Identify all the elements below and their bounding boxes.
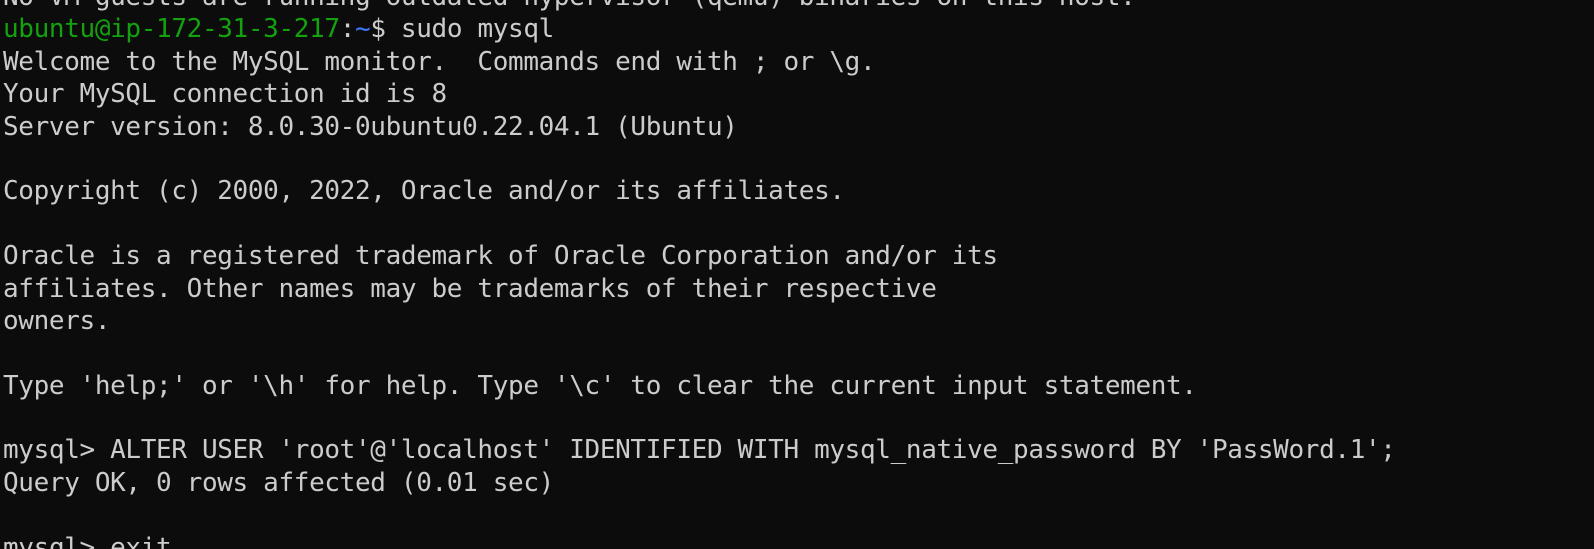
prompt-command: sudo mysql	[400, 14, 554, 45]
terminal-line-trademark-3: owners.	[3, 305, 111, 336]
terminal-line-help-hint: Type 'help;' or '\h' for help. Type '\c'…	[3, 370, 1197, 401]
prompt-user-host: ubuntu@ip-172-31-3-217	[3, 14, 340, 45]
prompt-dollar: $	[370, 14, 401, 45]
shell-prompt-line: ubuntu@ip-172-31-3-217:~$ sudo mysql	[3, 13, 1396, 45]
prompt-path: ~	[355, 14, 371, 45]
terminal-line-cut-top: No VM guests are running outdated hyperv…	[3, 0, 1396, 13]
terminal-line-welcome: Welcome to the MySQL monitor. Commands e…	[3, 46, 876, 77]
terminal-window[interactable]: No VM guests are running outdated hyperv…	[0, 0, 1594, 549]
terminal-line-cut-bottom: mysql> exit	[3, 532, 172, 549]
prompt-colon: :	[339, 14, 356, 45]
terminal-line-copyright: Copyright (c) 2000, 2022, Oracle and/or …	[3, 176, 845, 207]
terminal-line-connection-id: Your MySQL connection id is 8	[3, 79, 447, 110]
terminal-line-trademark-2: affiliates. Other names may be trademark…	[3, 273, 937, 304]
terminal-output: No VM guests are running outdated hyperv…	[3, 0, 1396, 549]
query-result-line: Query OK, 0 rows affected (0.01 sec)	[3, 467, 554, 498]
terminal-line-server-version: Server version: 8.0.30-0ubuntu0.22.04.1 …	[3, 111, 738, 142]
terminal-line-trademark-1: Oracle is a registered trademark of Orac…	[3, 241, 998, 272]
mysql-command-line: mysql> ALTER USER 'root'@'localhost' IDE…	[3, 435, 1396, 466]
